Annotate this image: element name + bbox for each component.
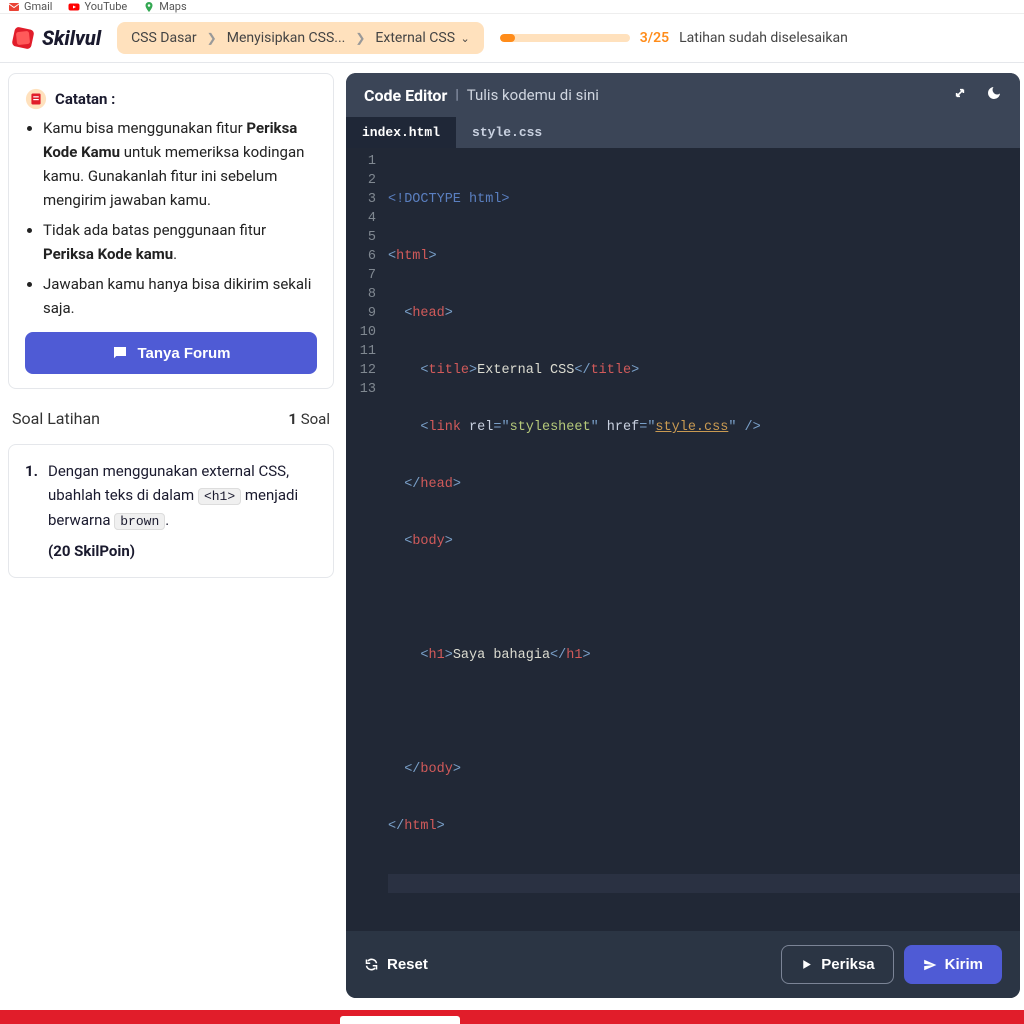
code-lines[interactable]: <!DOCTYPE html> <html> <head> <title>Ext… — [384, 152, 1020, 931]
progress-label: Latihan sudah diselesaikan — [679, 30, 848, 46]
bookmark-maps[interactable]: Maps — [143, 0, 186, 13]
exercise-points: (20 SkilPoin) — [48, 539, 317, 563]
gmail-icon — [8, 1, 20, 13]
editor-tabs: index.html style.css — [346, 117, 1020, 148]
ask-forum-button[interactable]: Tanya Forum — [25, 332, 317, 374]
note-item-3: Jawaban kamu hanya bisa dikirim sekali s… — [43, 272, 317, 320]
line-gutter: 12345678910111213 — [346, 152, 384, 931]
exercise-item-1: 1. Dengan menggunakan external CSS, ubah… — [25, 459, 317, 563]
editor-toolbar — [952, 85, 1002, 105]
progress-fill — [500, 34, 516, 42]
editor-subtitle: Tulis kodemu di sini — [467, 86, 599, 104]
check-button[interactable]: Periksa — [781, 945, 893, 984]
editor-header: Code Editor | Tulis kodemu di sini — [346, 73, 1020, 117]
code-inline-h1: <h1> — [198, 488, 241, 505]
breadcrumb-item-0[interactable]: CSS Dasar — [131, 30, 197, 46]
chevron-right-icon: ❯ — [355, 31, 365, 45]
code-editor-area[interactable]: 12345678910111213 <!DOCTYPE html> <html>… — [346, 148, 1020, 931]
main-content: Catatan : Kamu bisa menggunakan fitur Pe… — [0, 63, 1024, 1008]
exercise-text: Dengan menggunakan external CSS, ubahlah… — [48, 459, 317, 563]
play-icon — [800, 958, 813, 971]
exercise-number: 1. — [25, 459, 38, 563]
breadcrumb: CSS Dasar ❯ Menyisipkan CSS... ❯ Externa… — [117, 22, 484, 54]
reset-button[interactable]: Reset — [364, 956, 428, 973]
brand-logo[interactable]: Skilvul — [10, 25, 101, 51]
exercise-header: Soal Latihan 1 Soal — [8, 399, 334, 434]
editor-footer: Reset Periksa Kirim — [346, 931, 1020, 998]
breadcrumb-item-1[interactable]: Menyisipkan CSS... — [227, 30, 346, 46]
send-icon — [923, 958, 937, 972]
bottom-banner — [0, 1010, 1024, 1024]
chevron-right-icon: ❯ — [207, 31, 217, 45]
bottom-tab — [340, 1016, 460, 1024]
maps-icon — [143, 1, 155, 13]
refresh-icon — [364, 957, 379, 972]
youtube-icon — [68, 1, 80, 13]
note-item-1: Kamu bisa menggunakan fitur Periksa Kode… — [43, 116, 317, 212]
chevron-down-icon: ⌄ — [461, 32, 470, 45]
bookmark-youtube[interactable]: YouTube — [68, 0, 127, 13]
chat-icon — [111, 344, 129, 362]
clipboard-icon — [25, 88, 47, 110]
browser-bookmarks-bar: Gmail YouTube Maps — [0, 0, 1024, 14]
fullscreen-icon[interactable] — [952, 85, 968, 105]
left-sidebar: Catatan : Kamu bisa menggunakan fitur Pe… — [4, 73, 334, 998]
tab-index-html[interactable]: index.html — [346, 117, 456, 148]
progress-text: 3/25 — [640, 30, 669, 46]
note-item-2: Tidak ada batas penggunaan fitur Periksa… — [43, 218, 317, 266]
tab-style-css[interactable]: style.css — [456, 117, 558, 148]
theme-toggle-icon[interactable] — [986, 85, 1002, 105]
progress-section: 3/25 Latihan sudah diselesaikan — [500, 30, 1014, 46]
editor-separator: | — [455, 87, 458, 103]
code-inline-brown: brown — [114, 513, 165, 530]
exercise-count: 1 Soal — [288, 410, 330, 428]
progress-bar — [500, 34, 630, 42]
app-header: Skilvul CSS Dasar ❯ Menyisipkan CSS... ❯… — [0, 14, 1024, 63]
exercise-title: Soal Latihan — [12, 409, 100, 428]
exercise-panel: 1. Dengan menggunakan external CSS, ubah… — [8, 444, 334, 578]
submit-button[interactable]: Kirim — [904, 945, 1002, 984]
skilvul-logo-icon — [10, 25, 36, 51]
editor-title: Code Editor — [364, 86, 447, 105]
bookmark-gmail[interactable]: Gmail — [8, 0, 52, 13]
code-editor-panel: Code Editor | Tulis kodemu di sini index… — [346, 73, 1020, 998]
notes-panel: Catatan : Kamu bisa menggunakan fitur Pe… — [8, 73, 334, 389]
notes-list: Kamu bisa menggunakan fitur Periksa Kode… — [25, 116, 317, 320]
breadcrumb-item-2[interactable]: External CSS ⌄ — [375, 30, 469, 46]
notes-title: Catatan : — [25, 88, 317, 110]
